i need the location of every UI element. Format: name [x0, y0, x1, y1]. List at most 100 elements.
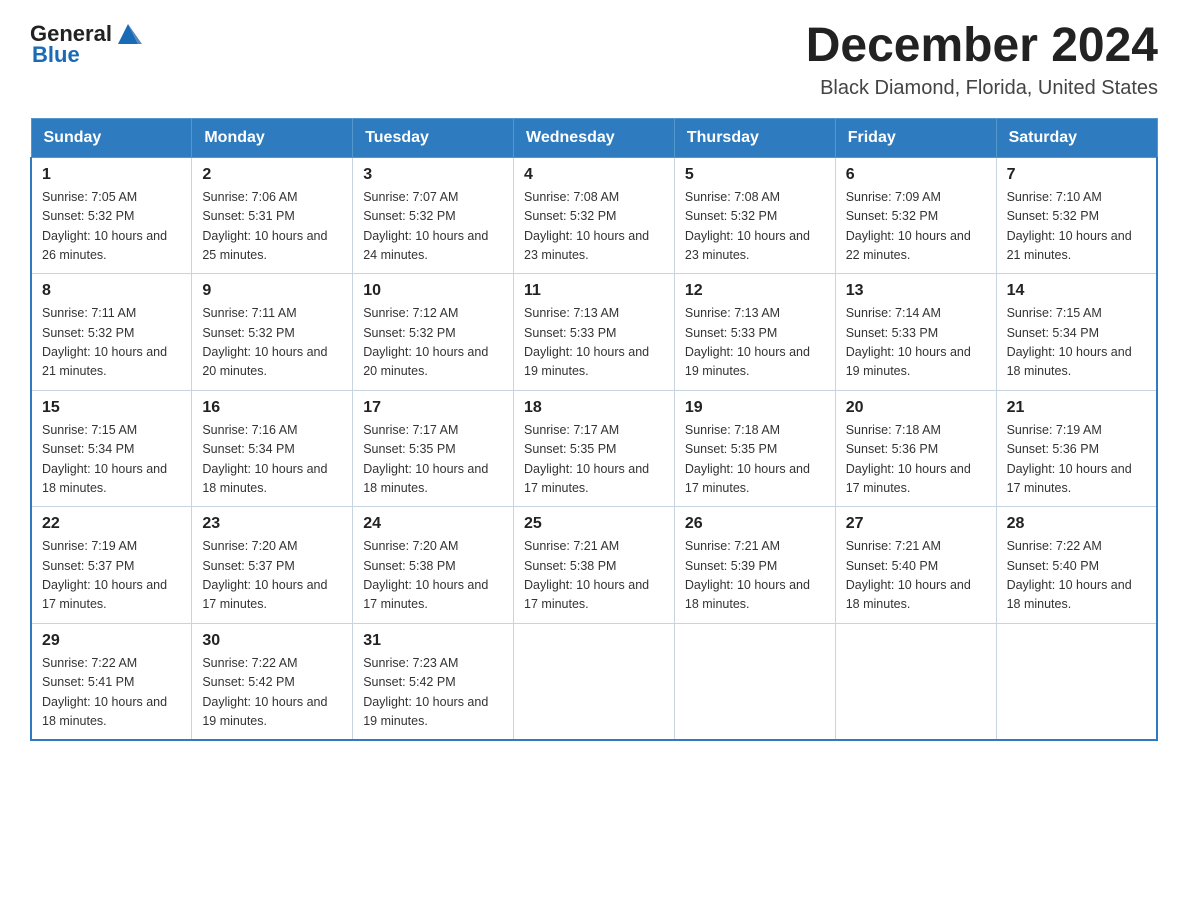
calendar-cell: 17 Sunrise: 7:17 AMSunset: 5:35 PMDaylig…	[353, 390, 514, 507]
day-number: 20	[846, 399, 986, 417]
day-info: Sunrise: 7:20 AMSunset: 5:37 PMDaylight:…	[202, 537, 342, 615]
calendar-header-row: SundayMondayTuesdayWednesdayThursdayFrid…	[31, 118, 1157, 157]
day-info: Sunrise: 7:18 AMSunset: 5:35 PMDaylight:…	[685, 421, 825, 499]
day-info: Sunrise: 7:12 AMSunset: 5:32 PMDaylight:…	[363, 304, 503, 382]
day-info: Sunrise: 7:19 AMSunset: 5:36 PMDaylight:…	[1007, 421, 1146, 499]
calendar-week-row: 22 Sunrise: 7:19 AMSunset: 5:37 PMDaylig…	[31, 507, 1157, 624]
calendar-cell	[835, 623, 996, 740]
day-number: 26	[685, 515, 825, 533]
day-number: 23	[202, 515, 342, 533]
day-number: 3	[363, 166, 503, 184]
day-number: 12	[685, 282, 825, 300]
day-number: 14	[1007, 282, 1146, 300]
day-info: Sunrise: 7:13 AMSunset: 5:33 PMDaylight:…	[524, 304, 664, 382]
calendar-cell: 10 Sunrise: 7:12 AMSunset: 5:32 PMDaylig…	[353, 274, 514, 391]
day-info: Sunrise: 7:11 AMSunset: 5:32 PMDaylight:…	[202, 304, 342, 382]
day-number: 16	[202, 399, 342, 417]
day-number: 21	[1007, 399, 1146, 417]
day-info: Sunrise: 7:16 AMSunset: 5:34 PMDaylight:…	[202, 421, 342, 499]
calendar-cell: 22 Sunrise: 7:19 AMSunset: 5:37 PMDaylig…	[31, 507, 192, 624]
day-info: Sunrise: 7:09 AMSunset: 5:32 PMDaylight:…	[846, 188, 986, 266]
calendar-header-sunday: Sunday	[31, 118, 192, 157]
calendar-cell: 5 Sunrise: 7:08 AMSunset: 5:32 PMDayligh…	[674, 157, 835, 274]
day-info: Sunrise: 7:06 AMSunset: 5:31 PMDaylight:…	[202, 188, 342, 266]
calendar-week-row: 15 Sunrise: 7:15 AMSunset: 5:34 PMDaylig…	[31, 390, 1157, 507]
day-number: 1	[42, 166, 181, 184]
calendar-cell: 4 Sunrise: 7:08 AMSunset: 5:32 PMDayligh…	[514, 157, 675, 274]
day-info: Sunrise: 7:15 AMSunset: 5:34 PMDaylight:…	[1007, 304, 1146, 382]
day-number: 29	[42, 632, 181, 650]
day-number: 31	[363, 632, 503, 650]
calendar-cell: 30 Sunrise: 7:22 AMSunset: 5:42 PMDaylig…	[192, 623, 353, 740]
day-number: 9	[202, 282, 342, 300]
calendar-header-thursday: Thursday	[674, 118, 835, 157]
day-info: Sunrise: 7:11 AMSunset: 5:32 PMDaylight:…	[42, 304, 181, 382]
day-number: 10	[363, 282, 503, 300]
calendar-cell: 20 Sunrise: 7:18 AMSunset: 5:36 PMDaylig…	[835, 390, 996, 507]
calendar-cell	[514, 623, 675, 740]
day-info: Sunrise: 7:13 AMSunset: 5:33 PMDaylight:…	[685, 304, 825, 382]
day-number: 4	[524, 166, 664, 184]
day-info: Sunrise: 7:15 AMSunset: 5:34 PMDaylight:…	[42, 421, 181, 499]
day-number: 22	[42, 515, 181, 533]
day-info: Sunrise: 7:20 AMSunset: 5:38 PMDaylight:…	[363, 537, 503, 615]
title-area: December 2024 Black Diamond, Florida, Un…	[806, 20, 1158, 100]
day-number: 8	[42, 282, 181, 300]
calendar-week-row: 29 Sunrise: 7:22 AMSunset: 5:41 PMDaylig…	[31, 623, 1157, 740]
calendar-cell: 27 Sunrise: 7:21 AMSunset: 5:40 PMDaylig…	[835, 507, 996, 624]
calendar-week-row: 8 Sunrise: 7:11 AMSunset: 5:32 PMDayligh…	[31, 274, 1157, 391]
day-info: Sunrise: 7:05 AMSunset: 5:32 PMDaylight:…	[42, 188, 181, 266]
calendar-cell: 19 Sunrise: 7:18 AMSunset: 5:35 PMDaylig…	[674, 390, 835, 507]
calendar-header-monday: Monday	[192, 118, 353, 157]
calendar-cell: 28 Sunrise: 7:22 AMSunset: 5:40 PMDaylig…	[996, 507, 1157, 624]
day-info: Sunrise: 7:08 AMSunset: 5:32 PMDaylight:…	[524, 188, 664, 266]
day-info: Sunrise: 7:23 AMSunset: 5:42 PMDaylight:…	[363, 654, 503, 732]
calendar-cell: 2 Sunrise: 7:06 AMSunset: 5:31 PMDayligh…	[192, 157, 353, 274]
logo-icon	[114, 20, 142, 48]
day-number: 2	[202, 166, 342, 184]
day-number: 28	[1007, 515, 1146, 533]
day-info: Sunrise: 7:21 AMSunset: 5:38 PMDaylight:…	[524, 537, 664, 615]
day-number: 7	[1007, 166, 1146, 184]
calendar-cell: 16 Sunrise: 7:16 AMSunset: 5:34 PMDaylig…	[192, 390, 353, 507]
calendar-cell: 9 Sunrise: 7:11 AMSunset: 5:32 PMDayligh…	[192, 274, 353, 391]
day-info: Sunrise: 7:14 AMSunset: 5:33 PMDaylight:…	[846, 304, 986, 382]
calendar-cell	[996, 623, 1157, 740]
calendar-cell: 1 Sunrise: 7:05 AMSunset: 5:32 PMDayligh…	[31, 157, 192, 274]
day-number: 19	[685, 399, 825, 417]
day-info: Sunrise: 7:07 AMSunset: 5:32 PMDaylight:…	[363, 188, 503, 266]
page-header: General Blue December 2024 Black Diamond…	[30, 20, 1158, 100]
calendar-cell: 14 Sunrise: 7:15 AMSunset: 5:34 PMDaylig…	[996, 274, 1157, 391]
day-number: 25	[524, 515, 664, 533]
calendar-table: SundayMondayTuesdayWednesdayThursdayFrid…	[30, 118, 1158, 742]
day-number: 15	[42, 399, 181, 417]
day-number: 24	[363, 515, 503, 533]
calendar-cell: 12 Sunrise: 7:13 AMSunset: 5:33 PMDaylig…	[674, 274, 835, 391]
calendar-cell: 31 Sunrise: 7:23 AMSunset: 5:42 PMDaylig…	[353, 623, 514, 740]
calendar-cell: 29 Sunrise: 7:22 AMSunset: 5:41 PMDaylig…	[31, 623, 192, 740]
calendar-week-row: 1 Sunrise: 7:05 AMSunset: 5:32 PMDayligh…	[31, 157, 1157, 274]
calendar-cell: 8 Sunrise: 7:11 AMSunset: 5:32 PMDayligh…	[31, 274, 192, 391]
calendar-cell: 13 Sunrise: 7:14 AMSunset: 5:33 PMDaylig…	[835, 274, 996, 391]
day-info: Sunrise: 7:17 AMSunset: 5:35 PMDaylight:…	[524, 421, 664, 499]
day-number: 11	[524, 282, 664, 300]
calendar-cell: 23 Sunrise: 7:20 AMSunset: 5:37 PMDaylig…	[192, 507, 353, 624]
subtitle: Black Diamond, Florida, United States	[806, 77, 1158, 100]
day-number: 27	[846, 515, 986, 533]
day-info: Sunrise: 7:21 AMSunset: 5:40 PMDaylight:…	[846, 537, 986, 615]
day-info: Sunrise: 7:22 AMSunset: 5:41 PMDaylight:…	[42, 654, 181, 732]
calendar-cell: 26 Sunrise: 7:21 AMSunset: 5:39 PMDaylig…	[674, 507, 835, 624]
calendar-header-wednesday: Wednesday	[514, 118, 675, 157]
day-info: Sunrise: 7:21 AMSunset: 5:39 PMDaylight:…	[685, 537, 825, 615]
day-number: 13	[846, 282, 986, 300]
day-number: 17	[363, 399, 503, 417]
calendar-cell: 24 Sunrise: 7:20 AMSunset: 5:38 PMDaylig…	[353, 507, 514, 624]
day-number: 6	[846, 166, 986, 184]
day-number: 5	[685, 166, 825, 184]
calendar-cell: 18 Sunrise: 7:17 AMSunset: 5:35 PMDaylig…	[514, 390, 675, 507]
day-info: Sunrise: 7:10 AMSunset: 5:32 PMDaylight:…	[1007, 188, 1146, 266]
calendar-cell: 15 Sunrise: 7:15 AMSunset: 5:34 PMDaylig…	[31, 390, 192, 507]
calendar-cell	[674, 623, 835, 740]
calendar-cell: 25 Sunrise: 7:21 AMSunset: 5:38 PMDaylig…	[514, 507, 675, 624]
calendar-header-saturday: Saturday	[996, 118, 1157, 157]
